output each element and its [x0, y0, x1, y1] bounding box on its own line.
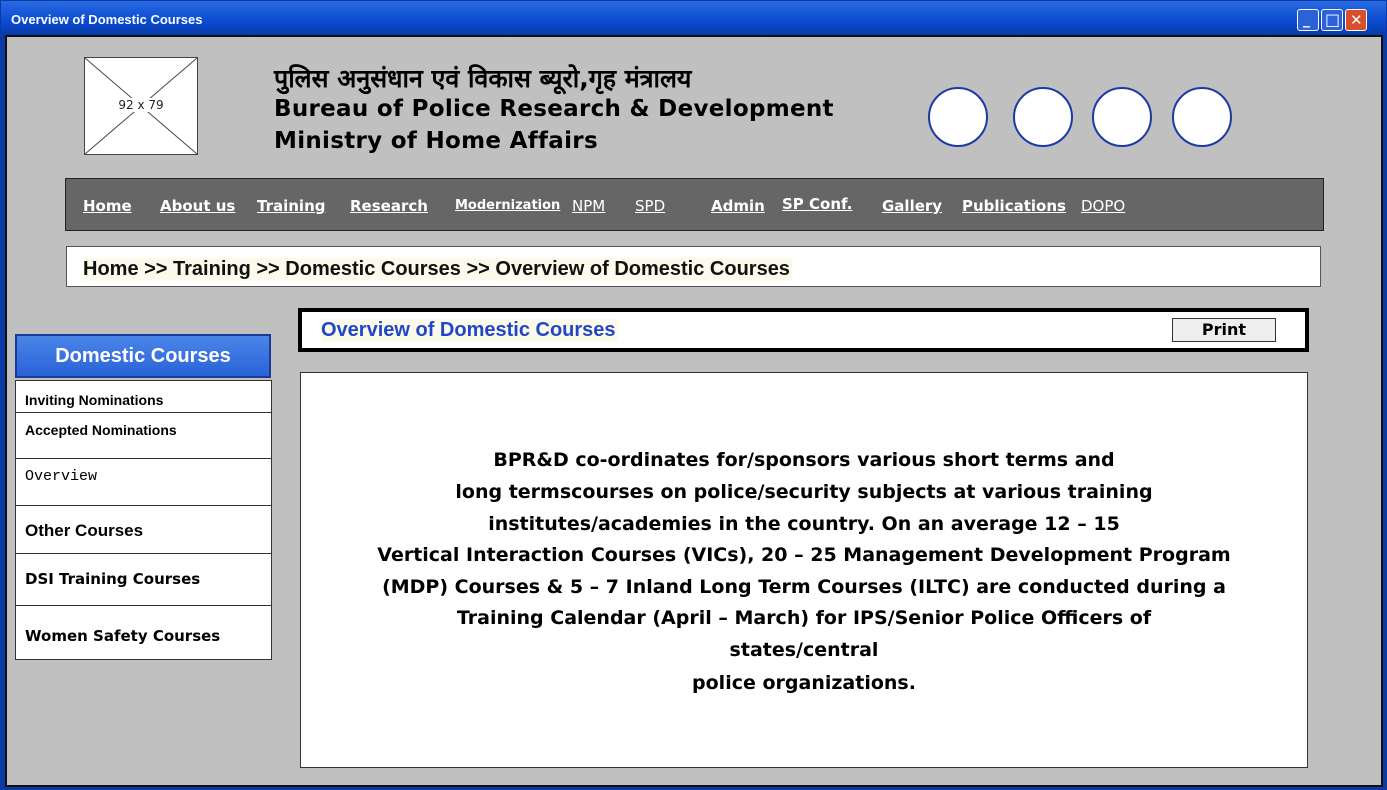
close-icon: ✕: [1350, 11, 1363, 29]
logo-dimensions: 92 x 79: [116, 98, 166, 112]
header-circle-1[interactable]: [928, 87, 988, 147]
header-circle-3[interactable]: [1092, 87, 1152, 147]
sidebar-item-other-courses[interactable]: Other Courses: [15, 505, 272, 555]
maximize-button[interactable]: □: [1321, 9, 1343, 31]
minimize-icon: _: [1303, 12, 1310, 28]
sidebar-item-inviting-nominations[interactable]: Inviting Nominations: [15, 380, 272, 414]
sidebar-item-label: Other Courses: [25, 521, 144, 540]
sidebar-item-accepted-nominations[interactable]: Accepted Nominations: [15, 412, 272, 460]
content-header: Overview of Domestic Courses Print: [298, 308, 1309, 352]
sidebar-item-label: Inviting Nominations: [25, 392, 164, 408]
content-body: BPR&D co-ordinates for/sponsors various …: [300, 372, 1308, 768]
nav-training[interactable]: Training: [257, 197, 325, 215]
sidebar-item-overview[interactable]: Overview: [15, 458, 272, 507]
title-bar[interactable]: Overview of Domestic Courses _ □ ✕: [1, 1, 1386, 35]
sidebar-item-label: DSI Training Courses: [25, 570, 201, 588]
content-text-line: Vertical Interaction Courses (VICs), 20 …: [377, 544, 1231, 566]
content-text-line: police organizations.: [692, 672, 916, 694]
header-circle-2[interactable]: [1013, 87, 1073, 147]
nav-spd[interactable]: SPD: [635, 197, 665, 215]
sidebar-item-label: Accepted Nominations: [25, 422, 177, 438]
main-nav: Home About us Training Research Moderniz…: [65, 178, 1324, 231]
nav-npm[interactable]: NPM: [572, 197, 605, 215]
nav-sp-conf[interactable]: SP Conf.: [782, 195, 852, 213]
org-name-hindi: पुलिस अनुसंधान एवं विकास ब्यूरो,गृह मंत्…: [274, 64, 692, 93]
content-text-line: Training Calendar (April – March) for IP…: [456, 607, 1152, 629]
nav-home[interactable]: Home: [83, 197, 132, 215]
nav-research[interactable]: Research: [350, 197, 428, 215]
sidebar-title: Domestic Courses: [15, 334, 271, 378]
sidebar-item-label: Overview: [25, 468, 98, 485]
content-text-line: states/central: [729, 639, 879, 661]
content-text-line: long termscourses on police/security sub…: [455, 481, 1153, 503]
content-text-line: BPR&D co-ordinates for/sponsors various …: [493, 449, 1115, 471]
nav-publications[interactable]: Publications: [962, 197, 1066, 215]
header-circle-4[interactable]: [1172, 87, 1232, 147]
window-title: Overview of Domestic Courses: [11, 12, 203, 27]
nav-modernization[interactable]: Modernization: [455, 198, 560, 213]
content-text-line: institutes/academies in the country. On …: [488, 513, 1120, 535]
sidebar-item-dsi-training[interactable]: DSI Training Courses: [15, 553, 272, 607]
ministry-name: Ministry of Home Affairs: [274, 128, 598, 154]
org-name-english: Bureau of Police Research & Development: [274, 96, 834, 122]
nav-about-us[interactable]: About us: [160, 197, 235, 215]
breadcrumb-text[interactable]: Home >> Training >> Domestic Courses >> …: [83, 258, 792, 281]
maximize-icon: □: [1325, 10, 1341, 29]
sidebar-item-women-safety[interactable]: Women Safety Courses: [15, 605, 272, 660]
page-title: Overview of Domestic Courses: [321, 319, 618, 342]
minimize-button[interactable]: _: [1297, 9, 1319, 31]
breadcrumb: Home >> Training >> Domestic Courses >> …: [66, 246, 1321, 287]
logo-placeholder: 92 x 79: [84, 57, 198, 155]
sidebar-item-label: Women Safety Courses: [25, 627, 221, 645]
close-button[interactable]: ✕: [1345, 9, 1367, 31]
app-window: Overview of Domestic Courses _ □ ✕ 92 x …: [0, 0, 1387, 790]
nav-gallery[interactable]: Gallery: [882, 197, 942, 215]
content-text-line: (MDP) Courses & 5 – 7 Inland Long Term C…: [382, 576, 1226, 598]
print-button[interactable]: Print: [1172, 318, 1276, 342]
nav-dopo[interactable]: DOPO: [1081, 197, 1125, 215]
nav-admin[interactable]: Admin: [711, 197, 765, 215]
